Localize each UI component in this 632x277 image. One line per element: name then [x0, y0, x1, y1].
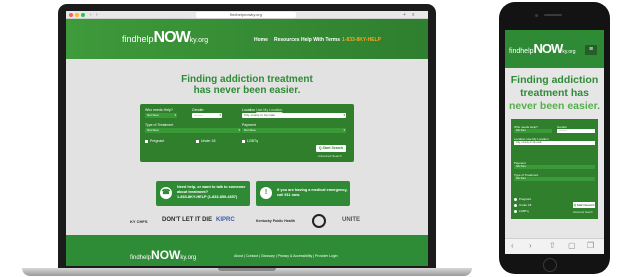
- close-window-icon[interactable]: [69, 13, 73, 17]
- emergency-text: If you are having a medical emergency, c…: [277, 188, 348, 197]
- under-18-checkbox[interactable]: Under 18: [196, 139, 215, 143]
- partner-chfs-logo[interactable]: KY CHFS: [130, 219, 147, 224]
- gender-select[interactable]: ———: [192, 113, 222, 118]
- phone-under-18-checkbox[interactable]: Under 18: [514, 203, 531, 207]
- phone-camera: [535, 14, 538, 17]
- start-search-button[interactable]: Q Start Search: [316, 145, 346, 152]
- who-needs-help-select[interactable]: Not Sure: [145, 113, 177, 118]
- forward-icon[interactable]: ›: [529, 241, 532, 250]
- hero-title-line1: Finding addiction treatment: [181, 74, 313, 85]
- phone-location-input[interactable]: City, county or zip code: [514, 141, 595, 145]
- logo-prefix: findhelp: [122, 34, 154, 44]
- phone-browser-toolbar: ‹ › ⇧ ▢ ❐: [505, 238, 604, 254]
- nav-home[interactable]: Home: [254, 37, 268, 43]
- footer-logo[interactable]: findhelpNOWky.org: [130, 248, 196, 262]
- phone-start-search-button[interactable]: Q Start Search: [573, 202, 595, 208]
- payment-select[interactable]: Not Sure: [242, 128, 346, 133]
- location-label: Location Use My Location: [242, 108, 283, 112]
- nav-help-with-terms[interactable]: Help With Terms: [301, 37, 340, 43]
- partner-kiprc-logo[interactable]: KIPRC: [216, 217, 235, 223]
- alert-icon: !: [260, 187, 272, 199]
- laptop-notch: [218, 268, 276, 271]
- phone-icon: ☎: [160, 187, 172, 199]
- phone-hero-line1: Finding addiction: [510, 74, 599, 86]
- phone-search-form: Who needs Help? Not Sure Gender ——— Loca…: [511, 119, 598, 219]
- hero-section: Finding addiction treatment has never be…: [66, 59, 428, 235]
- phone-lgbtq-checkbox[interactable]: LGBTq: [514, 209, 529, 213]
- phone-payment-select[interactable]: Not Sure: [514, 165, 595, 169]
- who-needs-help-label: Who needs Help?: [145, 108, 173, 112]
- tabs-icon[interactable]: ❐: [587, 241, 594, 250]
- close-tab-icon[interactable]: x: [412, 12, 415, 18]
- address-bar[interactable]: findhelpnowky.org: [196, 12, 296, 18]
- phone-home-button[interactable]: [543, 258, 557, 272]
- partner-unite-logo[interactable]: UNITE: [342, 217, 360, 223]
- phone-advanced-search-link[interactable]: Advanced Search: [573, 211, 593, 214]
- back-arrow-icon[interactable]: ‹: [90, 12, 92, 18]
- phone-site-header: findhelpNOWky.org ≡: [505, 30, 604, 68]
- help-hotline-box[interactable]: ☎ Need help, or want to talk to someone …: [156, 181, 250, 206]
- phone-hero-line2: treatment has: [520, 87, 589, 99]
- logo-suffix: ky.org: [189, 37, 209, 44]
- payment-label: Payment: [242, 123, 256, 127]
- phone-who-select[interactable]: Not Sure: [514, 129, 552, 133]
- emergency-box: ! If you are having a medical emergency,…: [256, 181, 350, 206]
- nav-resources[interactable]: Resources: [274, 37, 300, 43]
- bookmarks-icon[interactable]: ▢: [568, 241, 576, 250]
- search-form: Who needs Help? Not Sure Gender ——— Loca…: [140, 104, 354, 162]
- gender-label: Gender: [192, 108, 204, 112]
- location-input[interactable]: City, county or zip code: [242, 113, 346, 118]
- use-my-location-link[interactable]: Use My Location: [256, 108, 282, 112]
- minimize-window-icon[interactable]: [75, 13, 79, 17]
- phone-speaker: [544, 14, 562, 16]
- pregnant-checkbox[interactable]: Pregnant: [145, 139, 164, 143]
- site-header: findhelpNOWky.org Home Resources Help Wi…: [66, 19, 428, 59]
- logo-now: NOW: [153, 29, 191, 46]
- partner-dont-let-it-die-logo[interactable]: DON'T LET IT DIE: [162, 217, 212, 223]
- phone-site-logo[interactable]: findhelpNOWky.org: [509, 42, 576, 59]
- nav-hotline[interactable]: 1-833-8KY-HELP: [342, 37, 381, 43]
- treatment-type-select[interactable]: Not Sure: [145, 128, 241, 133]
- phone-treatment-select[interactable]: Not Sure: [514, 177, 595, 181]
- partner-seal-logo[interactable]: [312, 214, 326, 228]
- phone-screen: findhelpNOWky.org ≡ Finding addiction tr…: [505, 30, 604, 254]
- browser-bar: ‹ › findhelpnowky.org + x: [66, 11, 428, 19]
- partner-logos: KY CHFS DON'T LET IT DIE KIPRC Kentucky …: [66, 211, 428, 235]
- new-tab-icon[interactable]: +: [403, 12, 406, 18]
- share-icon[interactable]: ⇧: [549, 241, 556, 250]
- lgbtq-checkbox[interactable]: LGBTq: [242, 139, 258, 143]
- site-footer: findhelpNOWky.org About | Contact | Glos…: [66, 235, 428, 266]
- maximize-window-icon[interactable]: [81, 13, 85, 17]
- phone-gender-select[interactable]: ———: [557, 129, 595, 133]
- site-logo[interactable]: findhelpNOWky.org: [122, 30, 208, 49]
- forward-arrow-icon[interactable]: ›: [96, 12, 98, 18]
- hamburger-menu-icon[interactable]: ≡: [585, 45, 597, 55]
- laptop-screen: ‹ › findhelpnowky.org + x findhelpNOWky.…: [66, 11, 428, 266]
- help-hotline-text: Need help, or want to talk to someone ab…: [177, 185, 246, 199]
- device-mockup-stage: ‹ › findhelpnowky.org + x findhelpNOWky.…: [0, 0, 632, 277]
- partner-public-health-logo[interactable]: Kentucky Public Health: [256, 219, 295, 223]
- phone-pregnant-checkbox[interactable]: Pregnant: [514, 197, 531, 201]
- back-icon[interactable]: ‹: [511, 241, 514, 250]
- advanced-search-link[interactable]: Advanced Search: [318, 154, 342, 158]
- treatment-type-label: Type of Treatment: [145, 123, 174, 127]
- phone-hero-line3: never been easier.: [508, 100, 601, 112]
- footer-links[interactable]: About | Contact | Glossary | Privacy & A…: [234, 254, 338, 258]
- hero-title-line2: has never been easier.: [193, 85, 301, 96]
